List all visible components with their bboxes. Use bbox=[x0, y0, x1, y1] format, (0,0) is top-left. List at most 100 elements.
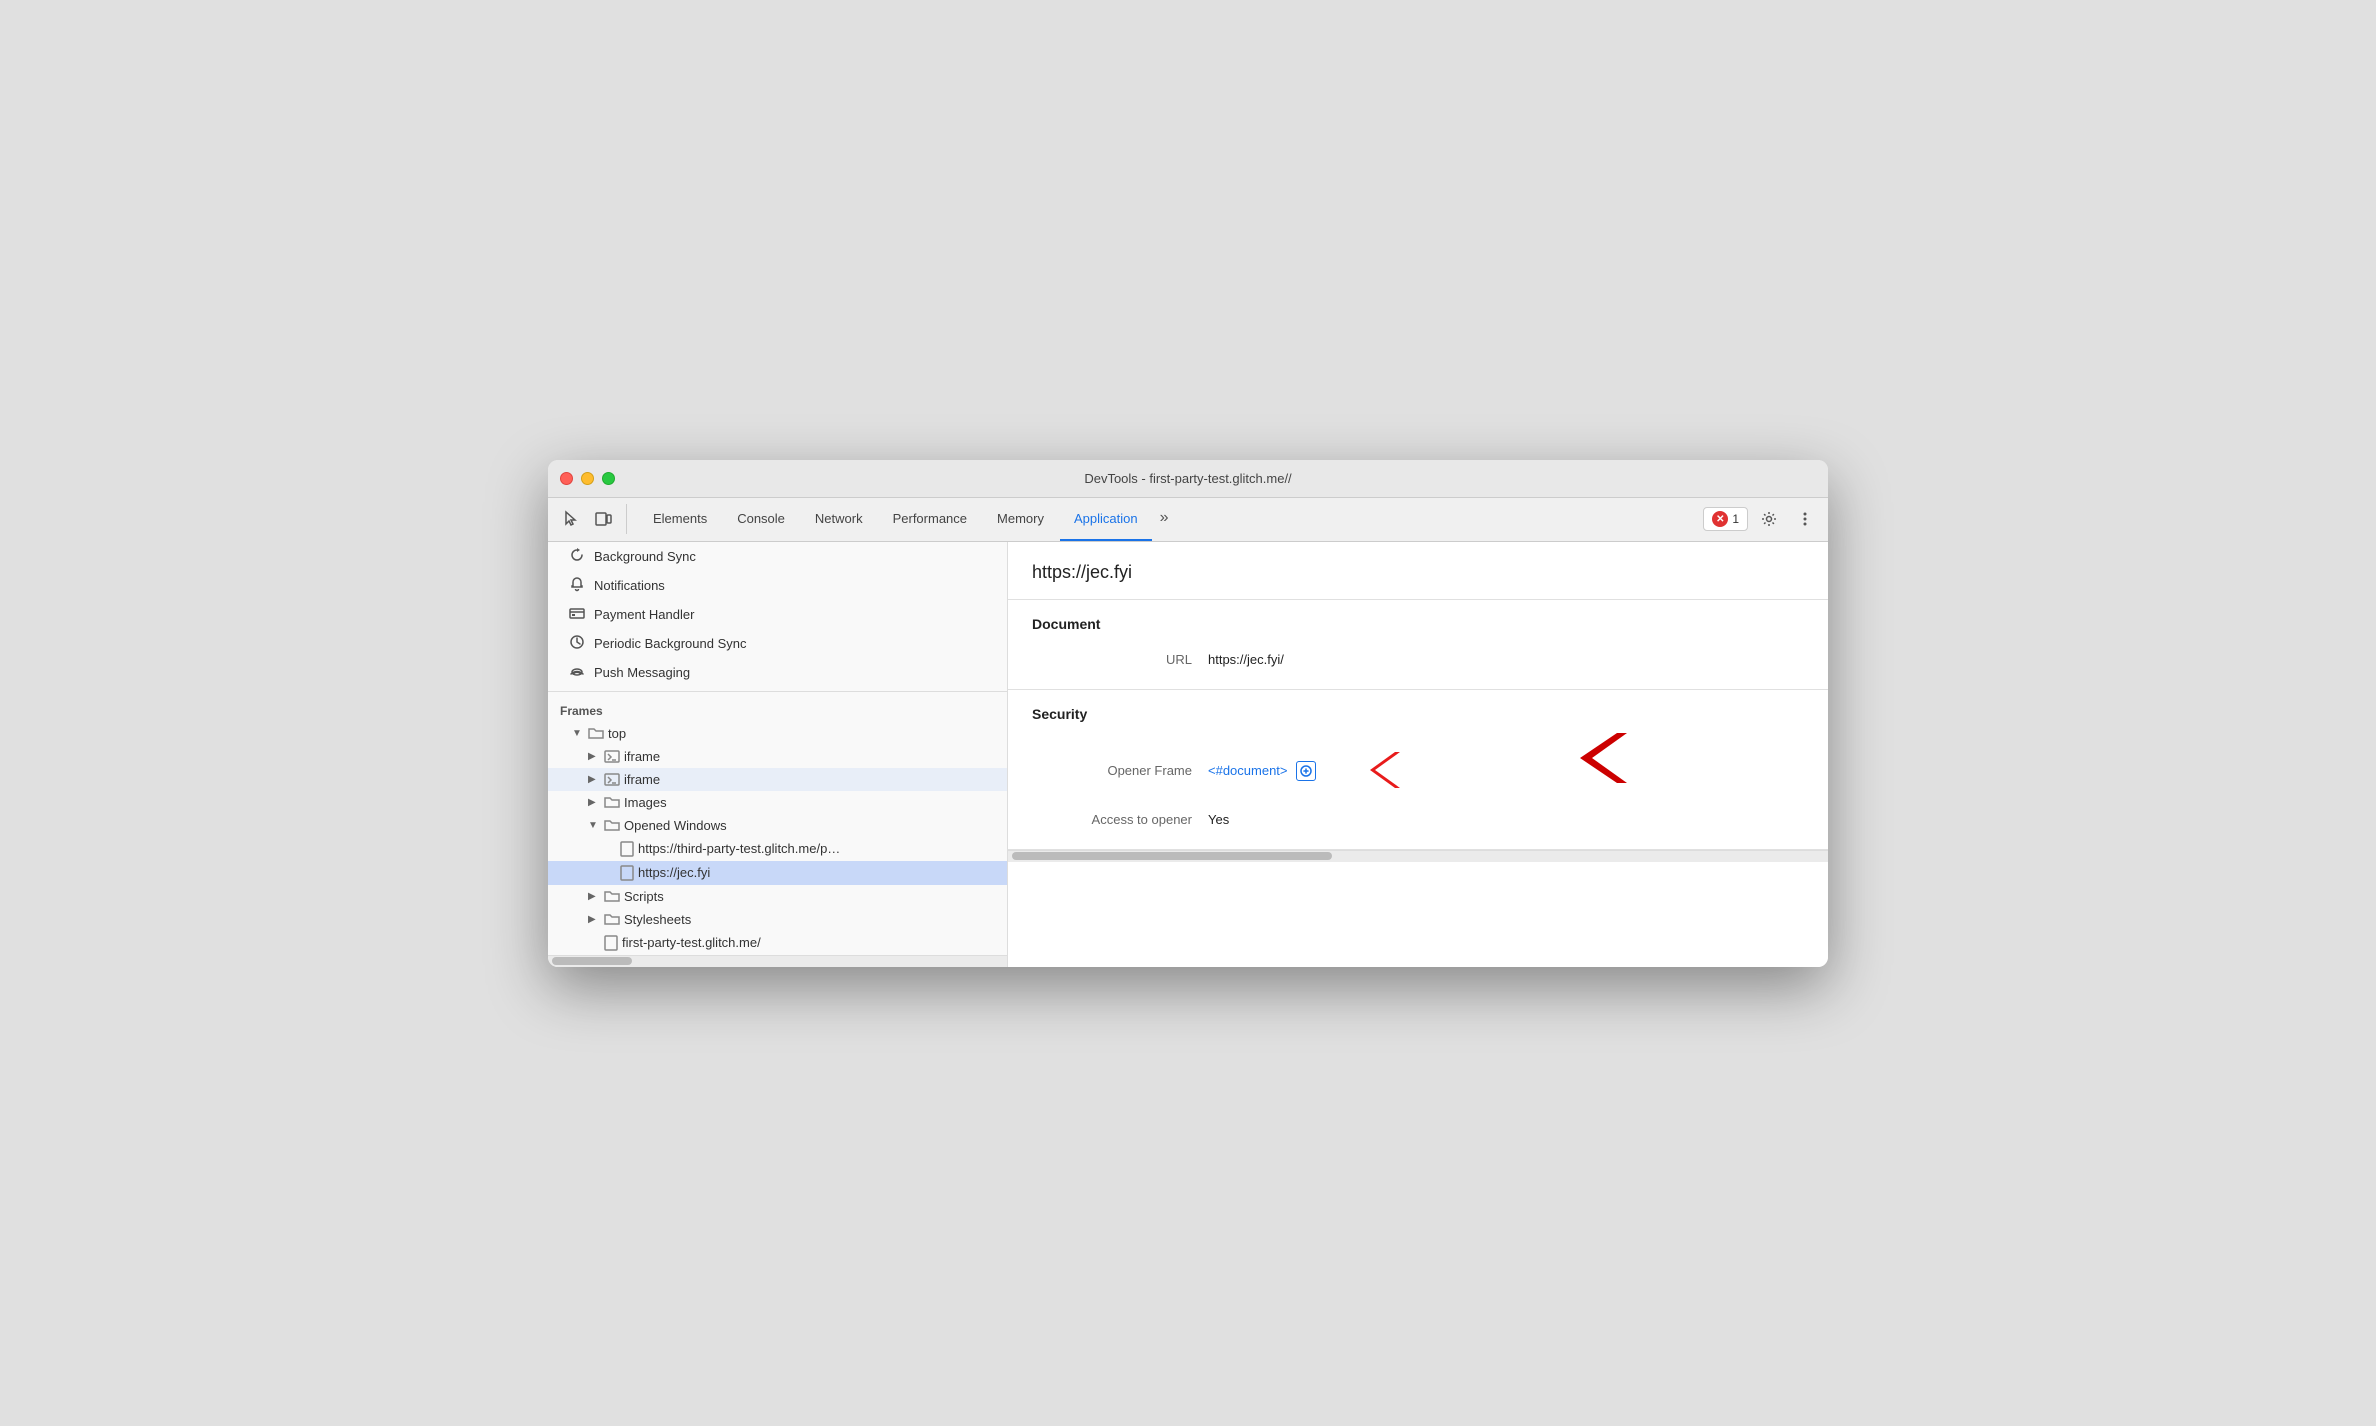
security-section: Security Opener Frame <#document> bbox=[1008, 690, 1828, 850]
tree-label-iframe2: iframe bbox=[624, 772, 660, 787]
main-scrollbar[interactable] bbox=[1008, 850, 1828, 862]
tree-arrow-images: ▶ bbox=[588, 797, 600, 808]
tree-arrow-scripts: ▶ bbox=[588, 891, 600, 902]
tree-label-first-party: first-party-test.glitch.me/ bbox=[622, 935, 761, 950]
tab-elements[interactable]: Elements bbox=[639, 497, 721, 541]
device-toggle-icon[interactable] bbox=[588, 504, 618, 534]
folder-icon-iframe2 bbox=[604, 772, 620, 786]
cursor-icon[interactable] bbox=[556, 504, 586, 534]
sidebar-label-payment-handler: Payment Handler bbox=[594, 607, 694, 622]
tree-item-jec-fyi[interactable]: https://jec.fyi bbox=[548, 861, 1007, 885]
tree-arrow-iframe2: ▶ bbox=[588, 774, 600, 785]
notifications-icon bbox=[568, 576, 586, 595]
folder-icon-scripts bbox=[604, 889, 620, 903]
tab-network[interactable]: Network bbox=[801, 497, 877, 541]
sidebar-label-periodic-sync: Periodic Background Sync bbox=[594, 636, 746, 651]
sidebar-item-push-messaging[interactable]: Push Messaging bbox=[548, 658, 1007, 687]
devtools-toolbar: Elements Console Network Performance Mem… bbox=[548, 498, 1828, 542]
background-sync-icon bbox=[568, 547, 586, 566]
tab-console[interactable]: Console bbox=[723, 497, 799, 541]
more-options-button[interactable] bbox=[1790, 504, 1820, 534]
tree-item-scripts[interactable]: ▶ Scripts bbox=[548, 885, 1007, 908]
red-arrow-shape bbox=[1552, 728, 1632, 788]
folder-icon-stylesheets bbox=[604, 912, 620, 926]
tab-performance[interactable]: Performance bbox=[879, 497, 981, 541]
tree-label-opened-windows: Opened Windows bbox=[624, 818, 727, 833]
access-opener-value: Yes bbox=[1208, 812, 1229, 827]
tree-item-images[interactable]: ▶ Images bbox=[548, 791, 1007, 814]
tree-item-top[interactable]: ▼ top bbox=[548, 722, 1007, 745]
tab-memory[interactable]: Memory bbox=[983, 497, 1058, 541]
tree-arrow-top: ▼ bbox=[572, 728, 584, 739]
main-url-display: https://jec.fyi bbox=[1008, 542, 1828, 600]
tree-item-first-party[interactable]: first-party-test.glitch.me/ bbox=[548, 931, 1007, 955]
content-area: Background Sync Notifications bbox=[548, 542, 1828, 967]
main-url-text: https://jec.fyi bbox=[1032, 562, 1132, 582]
main-scrollbar-thumb bbox=[1012, 852, 1332, 860]
sidebar-label-notifications: Notifications bbox=[594, 578, 665, 593]
opener-frame-label: Opener Frame bbox=[1032, 763, 1192, 778]
sidebar-item-background-sync[interactable]: Background Sync bbox=[548, 542, 1007, 571]
nav-tabs: Elements Console Network Performance Mem… bbox=[639, 497, 1699, 541]
file-icon-third-party bbox=[620, 841, 634, 857]
tree-item-iframe2[interactable]: ▶ iframe bbox=[548, 768, 1007, 791]
red-arrow-annotation bbox=[1340, 742, 1410, 800]
sidebar-label-background-sync: Background Sync bbox=[594, 549, 696, 564]
security-section-title: Security bbox=[1032, 706, 1804, 722]
document-section-title: Document bbox=[1032, 616, 1804, 632]
sidebar-divider-1 bbox=[548, 691, 1007, 692]
sidebar-scrollbar[interactable] bbox=[548, 955, 1007, 967]
sidebar: Background Sync Notifications bbox=[548, 542, 1008, 967]
tree-arrow-iframe1: ▶ bbox=[588, 751, 600, 762]
devtools-container: Elements Console Network Performance Mem… bbox=[548, 498, 1828, 967]
toolbar-right-actions: ✕ 1 bbox=[1703, 504, 1820, 534]
tab-application[interactable]: Application bbox=[1060, 497, 1152, 541]
document-section: Document URL https://jec.fyi/ bbox=[1008, 600, 1828, 690]
sidebar-item-payment-handler[interactable]: Payment Handler bbox=[548, 600, 1007, 629]
opener-frame-link[interactable]: <#document> bbox=[1208, 763, 1288, 778]
sidebar-item-notifications[interactable]: Notifications bbox=[548, 571, 1007, 600]
settings-button[interactable] bbox=[1754, 504, 1784, 534]
red-arrow-svg bbox=[1340, 742, 1410, 797]
file-icon-jec-fyi bbox=[620, 865, 634, 881]
tree-item-third-party[interactable]: https://third-party-test.glitch.me/p… bbox=[548, 837, 1007, 861]
tree-arrow-stylesheets: ▶ bbox=[588, 914, 600, 925]
tree-label-scripts: Scripts bbox=[624, 889, 664, 904]
periodic-sync-icon bbox=[568, 634, 586, 653]
tree-item-iframe1[interactable]: ▶ iframe bbox=[548, 745, 1007, 768]
sidebar-item-periodic-background-sync[interactable]: Periodic Background Sync bbox=[548, 629, 1007, 658]
frames-section-label: Frames bbox=[548, 696, 1007, 722]
error-icon: ✕ bbox=[1712, 511, 1728, 527]
sidebar-label-push-messaging: Push Messaging bbox=[594, 665, 690, 680]
sidebar-scrollbar-thumb bbox=[552, 957, 632, 965]
tree-label-jec-fyi: https://jec.fyi bbox=[638, 865, 710, 880]
tree-label-third-party: https://third-party-test.glitch.me/p… bbox=[638, 841, 840, 856]
tree-label-top: top bbox=[608, 726, 626, 741]
tree-label-iframe1: iframe bbox=[624, 749, 660, 764]
tree-item-opened-windows[interactable]: ▼ Opened Windows bbox=[548, 814, 1007, 837]
opener-frame-icon-btn[interactable] bbox=[1296, 761, 1316, 781]
main-panel: https://jec.fyi Document URL https://jec… bbox=[1008, 542, 1828, 967]
folder-icon-opened-windows bbox=[604, 818, 620, 832]
opener-frame-row: Opener Frame <#document> bbox=[1032, 736, 1804, 806]
access-opener-label: Access to opener bbox=[1032, 812, 1192, 827]
access-opener-row: Access to opener Yes bbox=[1032, 806, 1804, 833]
window-title: DevTools - first-party-test.glitch.me// bbox=[1084, 471, 1291, 486]
more-tabs-button[interactable]: » bbox=[1154, 497, 1175, 541]
minimize-button[interactable] bbox=[581, 472, 594, 485]
folder-icon-images bbox=[604, 795, 620, 809]
file-icon-first-party bbox=[604, 935, 618, 951]
tree-item-stylesheets[interactable]: ▶ Stylesheets bbox=[548, 908, 1007, 931]
tree-label-images: Images bbox=[624, 795, 667, 810]
close-button[interactable] bbox=[560, 472, 573, 485]
tree-arrow-opened-windows: ▼ bbox=[588, 820, 600, 831]
push-messaging-icon bbox=[568, 663, 586, 682]
url-field-row: URL https://jec.fyi/ bbox=[1032, 646, 1804, 673]
toolbar-icon-group bbox=[556, 504, 627, 534]
red-arrow-positioned bbox=[1552, 728, 1632, 791]
maximize-button[interactable] bbox=[602, 472, 615, 485]
traffic-lights bbox=[560, 472, 615, 485]
opener-frame-value: <#document> bbox=[1208, 742, 1410, 800]
error-badge[interactable]: ✕ 1 bbox=[1703, 507, 1748, 531]
devtools-window: DevTools - first-party-test.glitch.me// bbox=[548, 460, 1828, 967]
